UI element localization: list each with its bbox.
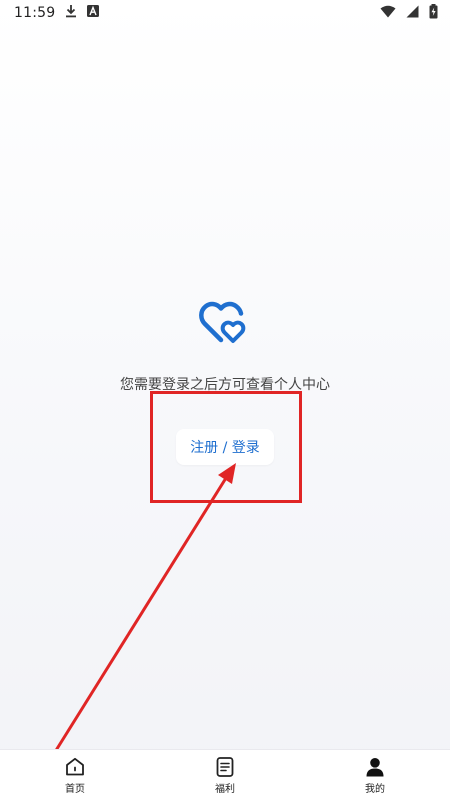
status-time: 11:59 [14,5,56,21]
hearts-icon [199,300,251,346]
bottom-nav: 首页 福利 我的 [0,749,450,800]
status-left: 11:59 [14,4,100,22]
battery-charging-icon [429,3,438,23]
status-bar: 11:59 [0,0,450,26]
cellular-signal-icon [406,5,419,22]
nav-item-home[interactable]: 首页 [40,750,110,800]
nav-item-mine[interactable]: 我的 [340,750,410,800]
annotation-arrow [53,463,236,753]
nav-label-home: 首页 [65,783,85,795]
nav-item-welfare[interactable]: 福利 [190,750,260,800]
wifi-icon [380,5,396,22]
register-login-button[interactable]: 注册 / 登录 [176,429,274,465]
download-icon [65,4,77,22]
nav-label-mine: 我的 [365,783,385,795]
home-icon [64,756,86,778]
document-icon [214,756,236,778]
a-notification-icon [87,5,100,21]
person-icon [364,756,386,778]
nav-label-welfare: 福利 [215,783,235,795]
status-right [380,3,438,23]
login-required-message: 您需要登录之后方可查看个人中心 [120,377,330,393]
empty-state: 您需要登录之后方可查看个人中心 [0,300,450,394]
